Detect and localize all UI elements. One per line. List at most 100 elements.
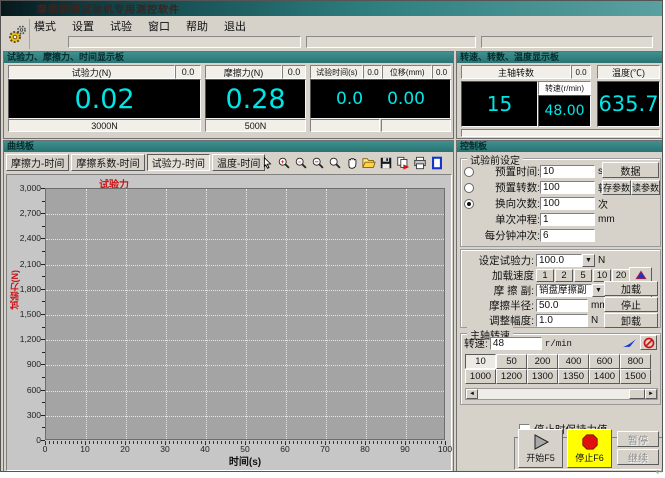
y-tick-label: 1,800: [7, 284, 41, 294]
speed-panel-blank-bar: [461, 129, 660, 137]
h-gridline: [46, 290, 444, 291]
load-speed-2-button[interactable]: 2: [555, 269, 573, 282]
scroll-right-icon[interactable]: ►: [645, 389, 657, 399]
temperature-label: 温度(℃): [597, 65, 660, 79]
tab-friction-coef-time[interactable]: 摩擦系数-时间: [71, 154, 144, 171]
save-icon[interactable]: [378, 155, 394, 170]
zoom-out-icon[interactable]: −: [310, 155, 326, 170]
stop-octagon-icon: [581, 433, 599, 451]
scroll-thumb[interactable]: [629, 389, 645, 399]
new-window-icon[interactable]: [429, 155, 445, 170]
tab-force-time[interactable]: 试验力-时间: [147, 154, 210, 171]
preset-revs-field[interactable]: 100: [540, 181, 595, 194]
tab-temperature-time[interactable]: 温度-时间: [212, 154, 265, 171]
speed-preset-10-button[interactable]: 10: [465, 354, 496, 369]
scroll-left-icon[interactable]: ◄: [466, 389, 478, 399]
control-panel-header: 控制板: [457, 141, 663, 152]
zoom-fit-icon[interactable]: [327, 155, 343, 170]
y-tick-mark: [41, 339, 45, 340]
menu-item-settings[interactable]: 设置: [71, 18, 95, 34]
x-tick-label: 40: [193, 444, 217, 454]
app-gear-icon: [4, 19, 30, 49]
spindle-run-button[interactable]: [621, 335, 638, 350]
adjust-field[interactable]: 1.0: [536, 314, 588, 327]
zoom-box-icon[interactable]: ▫: [293, 155, 309, 170]
preset-time-radio[interactable]: [464, 167, 474, 177]
speed-preset-400-button[interactable]: 400: [558, 354, 589, 369]
h-gridline: [46, 365, 444, 366]
menu-item-window[interactable]: 窗口: [147, 18, 171, 34]
strokes-per-minute-field[interactable]: 6: [540, 229, 595, 242]
speed-preset-1500-button[interactable]: 1500: [620, 369, 651, 384]
v-gridline: [286, 189, 287, 439]
speed-preset-800-button[interactable]: 800: [620, 354, 651, 369]
x-tick-label: 90: [393, 444, 417, 454]
speed-preset-1200-button[interactable]: 1200: [496, 369, 527, 384]
single-stroke-field[interactable]: 1: [540, 213, 595, 226]
speed-preset-600-button[interactable]: 600: [589, 354, 620, 369]
h-gridline: [46, 265, 444, 266]
data-button[interactable]: 数据: [602, 162, 659, 178]
menu-item-help[interactable]: 帮助: [185, 18, 209, 34]
y-tick-mark: [41, 390, 45, 391]
v-gridline: [126, 189, 127, 439]
adjust-unit: N: [591, 315, 598, 326]
y-tick-mark: [41, 364, 45, 365]
set-force-combo-arrow-icon[interactable]: ▼: [582, 254, 595, 267]
pan-hand-icon[interactable]: [344, 155, 360, 170]
spindle-groupbox: 主轴转速 转速: 48 r/min 1050200400600800100012…: [460, 333, 661, 405]
speed-preset-200-button[interactable]: 200: [527, 354, 558, 369]
radius-field[interactable]: 50.0: [536, 299, 588, 312]
y-tick-mark: [41, 238, 45, 239]
cursor-icon[interactable]: [259, 155, 275, 170]
start-button[interactable]: 开始F5: [518, 429, 563, 468]
read-params-button[interactable]: 读参数: [631, 180, 660, 195]
menu-item-mode[interactable]: 模式: [33, 18, 57, 34]
force-up-button[interactable]: [629, 267, 652, 282]
h-gridline: [46, 315, 444, 316]
copy-icon[interactable]: [395, 155, 411, 170]
menu-item-exit[interactable]: 退出: [223, 18, 247, 34]
speed-scrollbar[interactable]: ◄ ►: [465, 388, 658, 400]
displacement-label: 位移(mm): [382, 65, 432, 79]
save-params-button[interactable]: 存参数: [602, 180, 631, 195]
tab-friction-time[interactable]: 摩擦力-时间: [6, 154, 69, 171]
menu-item-test[interactable]: 试验: [109, 18, 133, 34]
menu-bar: 模式设置试验窗口帮助退出: [33, 18, 247, 33]
zoom-in-icon[interactable]: +: [276, 155, 292, 170]
status-field-1: [68, 36, 301, 48]
print-icon[interactable]: [412, 155, 428, 170]
spindle-stop-button[interactable]: [640, 335, 657, 350]
speed-preset-1000-button[interactable]: 1000: [465, 369, 496, 384]
preset-revs-radio[interactable]: [464, 183, 474, 193]
time-displacement-group: 试验时间(s) 0.0 位移(mm) 0.0 0.0 0.00: [310, 65, 451, 132]
pretest-row-reversal-count: 换向次数:100次: [464, 196, 657, 211]
friction-force-peak: 0.0: [282, 65, 306, 79]
spindle-speed-field[interactable]: 48: [490, 337, 542, 350]
y-tick-mark: [41, 415, 45, 416]
speed-preset-1350-button[interactable]: 1350: [558, 369, 589, 384]
load-speed-1-button[interactable]: 1: [536, 269, 554, 282]
speed-panel: 转速、转数、温度显示板 主轴转数 0.0 温度(℃) 15 转速(r/min) …: [456, 51, 663, 139]
speed-preset-1300-button[interactable]: 1300: [527, 369, 558, 384]
preset-time-field[interactable]: 10: [540, 165, 595, 178]
pause-button[interactable]: 暂停: [617, 431, 659, 447]
force-stop-button[interactable]: 停止: [604, 297, 658, 312]
y-minor-tick: [42, 377, 45, 378]
strokes-per-minute-label: 每分钟冲次:: [476, 228, 540, 243]
set-force-combo[interactable]: 100.0: [536, 254, 582, 267]
status-field-2: [306, 36, 476, 48]
load-speed-5-button[interactable]: 5: [574, 269, 592, 282]
load-button[interactable]: 加载: [604, 281, 658, 296]
reversal-count-radio[interactable]: [464, 199, 474, 209]
y-tick-label: 900: [7, 359, 41, 369]
chart-plot-area[interactable]: [45, 188, 445, 440]
stop-button[interactable]: 停止F6: [567, 429, 612, 468]
friction-pair-combo[interactable]: 销盘摩擦副: [536, 284, 592, 297]
speed-preset-50-button[interactable]: 50: [496, 354, 527, 369]
speed-preset-1400-button[interactable]: 1400: [589, 369, 620, 384]
open-folder-icon[interactable]: [361, 155, 377, 170]
unload-button[interactable]: 卸载: [604, 313, 658, 328]
reversal-count-field[interactable]: 100: [540, 197, 595, 210]
resume-button[interactable]: 继续: [617, 449, 659, 465]
